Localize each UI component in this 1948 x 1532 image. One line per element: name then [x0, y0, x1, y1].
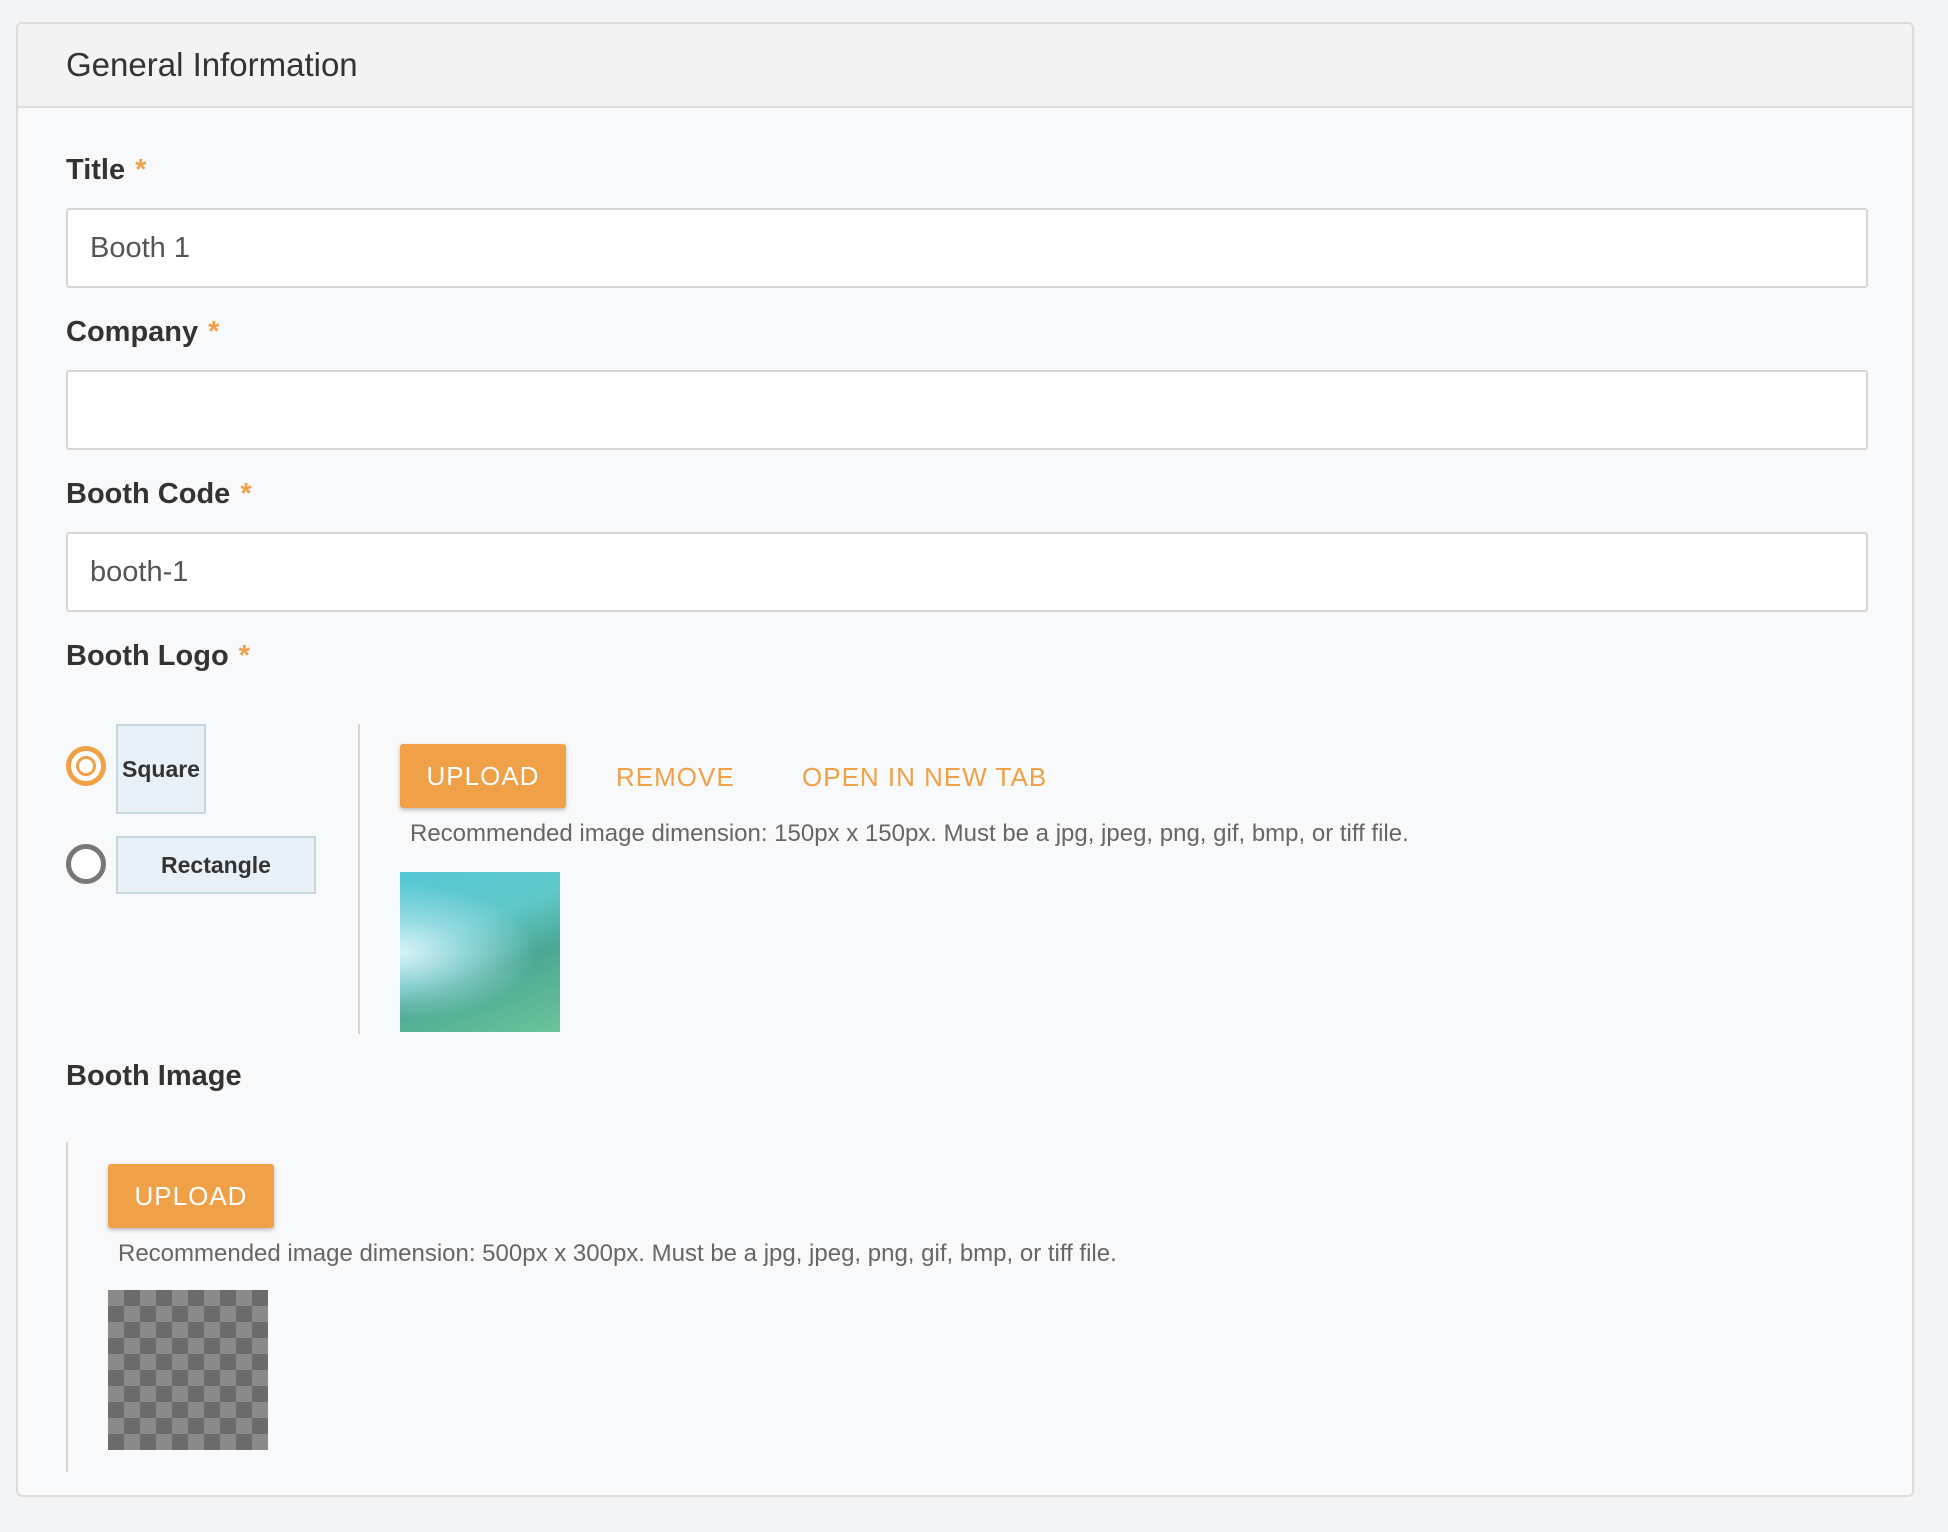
required-marker: *: [135, 154, 147, 186]
image-dimension-hint: Recommended image dimension: 500px x 300…: [118, 1240, 1117, 1267]
rectangle-shape-option[interactable]: Rectangle: [116, 836, 316, 894]
booth-logo-label-text: Booth Logo: [66, 640, 229, 672]
rectangle-radio[interactable]: [66, 844, 106, 884]
section-title: General Information: [66, 46, 358, 83]
rectangle-option-label: Rectangle: [161, 851, 271, 878]
logo-open-new-tab-link[interactable]: OPEN IN NEW TAB: [802, 762, 1047, 793]
required-marker: *: [238, 640, 250, 672]
card-header: General Information: [18, 24, 1912, 108]
company-label-text: Company: [66, 316, 199, 348]
general-information-card: General Information Title * Company * Boot…: [16, 22, 1914, 1497]
title-label-text: Title: [66, 154, 126, 186]
company-label: Company *: [66, 316, 219, 349]
booth-code-label: Booth Code *: [66, 478, 252, 511]
logo-preview-image[interactable]: [400, 872, 560, 1032]
title-label: Title *: [66, 154, 146, 187]
logo-dimension-hint: Recommended image dimension: 150px x 150…: [410, 820, 1409, 847]
company-input[interactable]: [66, 370, 1868, 450]
booth-image-label-text: Booth Image: [66, 1060, 242, 1092]
square-radio[interactable]: [66, 746, 106, 786]
booth-image-label: Booth Image: [66, 1060, 242, 1093]
required-marker: *: [208, 316, 220, 348]
image-placeholder-preview[interactable]: [108, 1290, 268, 1450]
logo-remove-link[interactable]: REMOVE: [616, 762, 735, 793]
square-shape-option[interactable]: Square: [116, 724, 206, 814]
booth-logo-label: Booth Logo *: [66, 640, 250, 673]
image-upload-button[interactable]: UPLOAD: [108, 1164, 274, 1228]
logo-upload-button[interactable]: UPLOAD: [400, 744, 566, 808]
logo-section-divider: [358, 724, 360, 1034]
required-marker: *: [240, 478, 252, 510]
booth-code-input[interactable]: [66, 532, 1868, 612]
title-input[interactable]: [66, 208, 1868, 288]
image-section-divider: [66, 1142, 68, 1472]
booth-code-label-text: Booth Code: [66, 478, 231, 510]
square-option-label: Square: [122, 755, 200, 782]
